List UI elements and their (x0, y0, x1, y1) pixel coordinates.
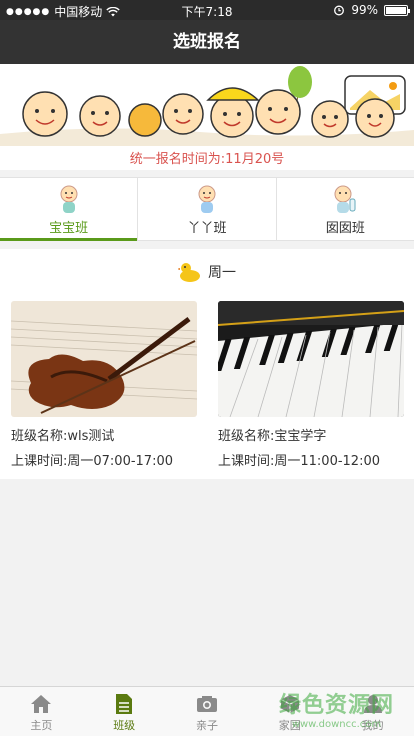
class-photo-piano (218, 301, 404, 417)
baby-boy-icon (60, 185, 78, 213)
user-icon (361, 693, 385, 715)
day-label: 周一 (208, 265, 236, 281)
duck-icon (178, 263, 200, 282)
tabbar-label: 亲子 (195, 719, 218, 732)
battery-percent: 99% (351, 3, 378, 17)
tab-label: 囡囡班 (325, 221, 365, 236)
baby-girl-icon (198, 185, 216, 213)
tabbar-mine[interactable]: 我的 (331, 687, 414, 736)
tabbar-class[interactable]: 班级 (83, 687, 166, 736)
banner: 统一报名时间为:11月20号 (0, 64, 414, 170)
status-bar: ●●●●● 中国移动 下午7:18 99% (0, 0, 414, 20)
home-icon (29, 693, 53, 715)
class-name: 班级名称:宝宝学字 (218, 429, 327, 444)
tab-yaya-class[interactable]: 丫丫班 (138, 178, 277, 240)
tabbar-parent-child[interactable]: 亲子 (166, 687, 249, 736)
cube-icon (278, 693, 302, 715)
baby-bottle-icon (334, 185, 356, 213)
class-name: 班级名称:wls测试 (11, 429, 115, 444)
camera-icon (195, 693, 219, 715)
alarm-icon (334, 5, 345, 16)
document-icon (112, 693, 136, 715)
battery-icon (384, 4, 410, 16)
class-time: 上课时间:周一07:00-17:00 (11, 454, 173, 469)
class-card-baobao-xuezi[interactable]: 班级名称:宝宝学字 上课时间:周一11:00-12:00 (218, 301, 404, 469)
tabbar-label: 主页 (30, 719, 53, 732)
tab-nannan-class[interactable]: 囡囡班 (277, 178, 414, 240)
tabbar-home-school[interactable]: 家园 (248, 687, 331, 736)
registration-time-notice: 统一报名时间为:11月20号 (129, 152, 285, 167)
day-header: 周一 (0, 259, 414, 285)
bottom-tab-bar: 主页 班级 亲子 家园 我的 (0, 686, 414, 736)
class-tabs: 宝宝班 丫丫班 囡囡班 (0, 177, 414, 241)
tab-baobao-class[interactable]: 宝宝班 (0, 178, 139, 241)
class-photo-violin (11, 301, 197, 417)
class-time: 上课时间:周一11:00-12:00 (218, 454, 380, 469)
page-title: 选班报名 (173, 32, 241, 52)
class-card-wls[interactable]: 班级名称:wls测试 上课时间:周一07:00-17:00 (11, 301, 197, 469)
class-list-panel: 周一 班级名称:wls测试 上课时间:周一07:00-17:00 班级名称:宝宝… (0, 249, 414, 479)
tab-label: 丫丫班 (187, 221, 227, 236)
nav-bar: 选班报名 (0, 20, 414, 64)
kids-illustration (0, 66, 414, 146)
tabbar-home[interactable]: 主页 (0, 687, 83, 736)
status-right: 99% (333, 3, 410, 17)
tabbar-label: 家园 (278, 719, 301, 732)
tab-label: 宝宝班 (49, 221, 89, 236)
tabbar-label: 班级 (113, 719, 136, 732)
tabbar-label: 我的 (361, 719, 384, 732)
